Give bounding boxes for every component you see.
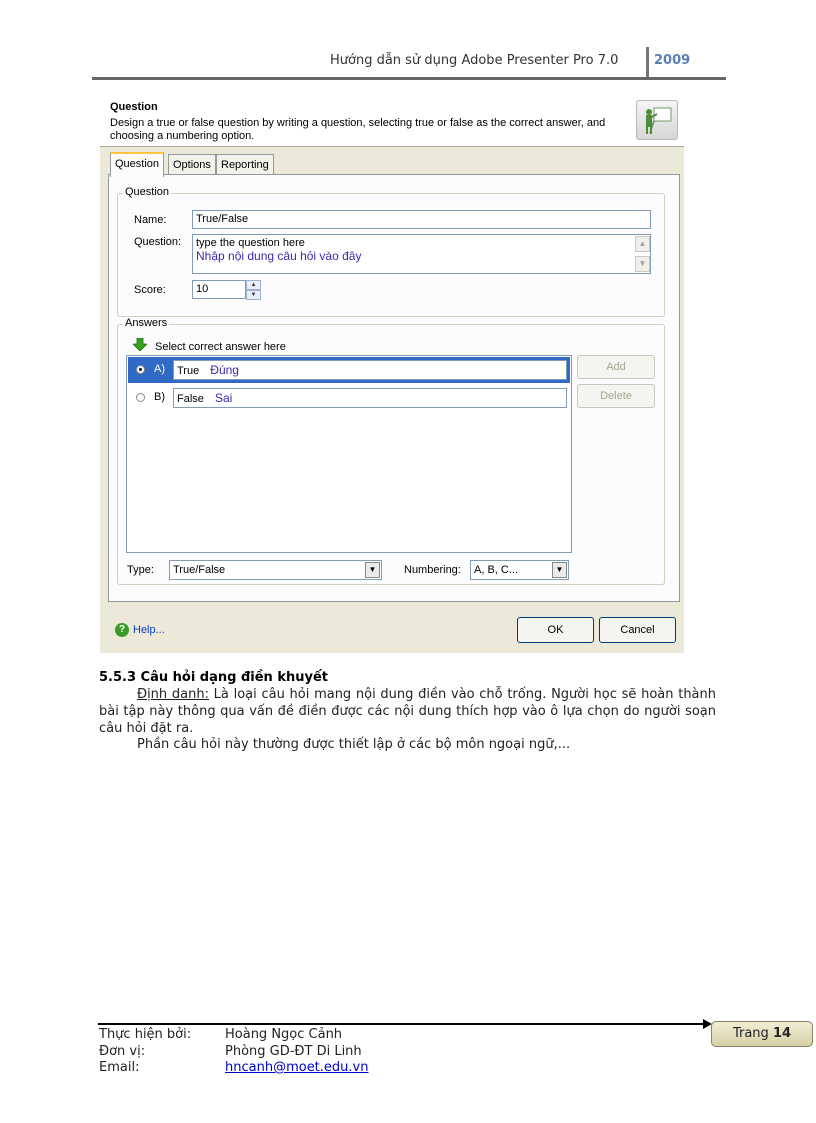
header-year: 2009 [654, 53, 691, 68]
answer-note-a: Đúng [210, 363, 239, 377]
answer-row-a[interactable]: A) True Đúng [128, 357, 570, 383]
question-group-legend: Question [123, 186, 172, 198]
arrow-down-icon [132, 337, 148, 354]
spin-up-icon[interactable]: ▲ [246, 280, 261, 290]
delete-button[interactable]: Delete [577, 384, 655, 408]
question-field[interactable]: type the question here Nhập nội dung câu… [192, 234, 651, 274]
answers-group-legend: Answers [123, 317, 170, 329]
presenter-icon [636, 100, 678, 140]
banner-divider [100, 146, 684, 147]
header-title: Hướng dẫn sử dụng Adobe Presenter Pro 7.… [330, 53, 619, 68]
answer-field-a[interactable]: True Đúng [173, 360, 567, 380]
type-label: Type: [127, 564, 154, 576]
answer-letter-b: B) [154, 391, 165, 403]
numbering-select[interactable]: A, B, C... ▼ [470, 560, 569, 580]
page-badge: Trang 14 [711, 1021, 813, 1047]
chevron-down-icon[interactable]: ▼ [365, 562, 380, 578]
paragraph-definition: Định danh: Là loại câu hỏi mang nội dung… [99, 686, 716, 737]
score-field[interactable]: 10 [192, 280, 246, 299]
radio-a[interactable] [136, 365, 145, 374]
header-separator [646, 47, 649, 77]
footer-rule [98, 1023, 704, 1025]
footer-unit-value: Phòng GD-ĐT Di Linh [225, 1044, 362, 1059]
question-dialog: Question Design a true or false question… [100, 92, 684, 653]
radio-b[interactable] [136, 393, 145, 402]
footer-unit-label: Đơn vị: [99, 1044, 146, 1059]
add-button[interactable]: Add [577, 355, 655, 379]
tab-reporting[interactable]: Reporting [216, 154, 274, 175]
numbering-value: A, B, C... [474, 564, 519, 576]
score-label: Score: [134, 284, 166, 296]
answer-letter-a: A) [154, 363, 165, 375]
question-label: Question: [134, 236, 182, 248]
footer-email-label: Email: [99, 1060, 140, 1075]
dialog-banner: Question Design a true or false question… [100, 92, 684, 146]
definition-term: Định danh: [137, 687, 209, 702]
help-link[interactable]: Help... [133, 624, 165, 636]
cancel-button[interactable]: Cancel [599, 617, 676, 643]
scroll-up-icon[interactable]: ▲ [635, 236, 650, 252]
tab-question[interactable]: Question [110, 152, 165, 177]
help-icon[interactable]: ? [115, 623, 129, 637]
page-number: 14 [772, 1026, 792, 1041]
tab-options[interactable]: Options [168, 154, 216, 175]
footer-author-value: Hoàng Ngọc Cảnh [225, 1027, 343, 1042]
answer-field-b[interactable]: False Sai [173, 388, 567, 408]
answers-list: A) True Đúng B) False Sai [126, 355, 572, 553]
type-value: True/False [173, 564, 226, 576]
page-label: Trang [732, 1026, 769, 1041]
footer-email-link[interactable]: hncanh@moet.edu.vn [225, 1060, 368, 1075]
answer-row-b[interactable]: B) False Sai [128, 385, 570, 411]
paragraph-2: Phần câu hỏi này thường được thiết lập ở… [137, 737, 571, 752]
dialog-description: Design a true or false question by writi… [110, 117, 606, 142]
answer-note-b: Sai [214, 391, 233, 405]
chevron-down-icon[interactable]: ▼ [552, 562, 567, 578]
name-label: Name: [134, 214, 167, 226]
scroll-down-icon[interactable]: ▼ [635, 256, 650, 272]
question-note: Nhập nội dung câu hỏi vào đây [196, 249, 362, 263]
spin-down-icon[interactable]: ▼ [246, 290, 261, 300]
ok-button[interactable]: OK [517, 617, 594, 643]
answers-hint: Select correct answer here [155, 341, 286, 353]
type-select[interactable]: True/False ▼ [169, 560, 382, 580]
footer-author-label: Thực hiện bởi: [99, 1027, 192, 1042]
header-rule [92, 77, 726, 80]
section-title: 5.5.3 Câu hỏi dạng điền khuyết [99, 670, 328, 685]
name-field[interactable]: True/False [192, 210, 651, 229]
numbering-label: Numbering: [404, 564, 461, 576]
question-text: type the question here [196, 237, 305, 249]
answer-value-b: False [177, 393, 204, 405]
answer-value-a: True [177, 365, 200, 377]
dialog-heading: Question [110, 101, 158, 113]
